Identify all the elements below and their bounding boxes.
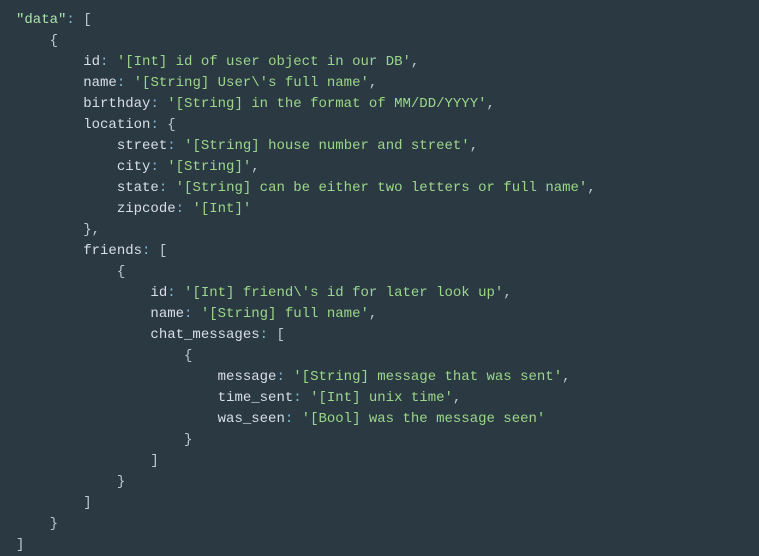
code-line: state: '[String] can be either two lette… [16,178,743,199]
code-line: name: '[String] full name', [16,304,743,325]
val-message: '[String] message that was sent' [293,369,562,385]
code-line: { [16,346,743,367]
val-state: '[String] can be either two letters or f… [176,180,588,196]
key-street: street [117,138,167,154]
key-birthday: birthday [83,96,150,112]
code-line: ] [16,493,743,514]
key-id: id [83,54,100,70]
code-line: time_sent: '[Int] unix time', [16,388,743,409]
code-line: "data": [ [16,10,743,31]
key-name: name [83,75,117,91]
code-line: friends: [ [16,241,743,262]
val-zipcode: '[Int]' [192,201,251,217]
val-birthday: '[String] in the format of MM/DD/YYYY' [167,96,486,112]
val-city: '[String]' [167,159,251,175]
code-block: "data": [ { id: '[Int] id of user object… [16,10,743,556]
code-line: } [16,430,743,451]
key-zipcode: zipcode [117,201,176,217]
key-was-seen: was_seen [218,411,285,427]
code-line: } [16,472,743,493]
code-line: city: '[String]', [16,157,743,178]
code-line: chat_messages: [ [16,325,743,346]
code-line: id: '[Int] friend\'s id for later look u… [16,283,743,304]
key-state: state [117,180,159,196]
key-chat-messages: chat_messages [150,327,259,343]
val-time-sent: '[Int] unix time' [310,390,453,406]
code-line: { [16,262,743,283]
code-line: { [16,31,743,52]
code-line: message: '[String] message that was sent… [16,367,743,388]
code-line: was_seen: '[Bool] was the message seen' [16,409,743,430]
val-friend-name: '[String] full name' [201,306,369,322]
code-line: street: '[String] house number and stree… [16,136,743,157]
key-friend-id: id [150,285,167,301]
code-line: location: { [16,115,743,136]
key-time-sent: time_sent [218,390,294,406]
key-data: "data" [16,12,66,28]
val-was-seen: '[Bool] was the message seen' [302,411,546,427]
val-name: '[String] User\'s full name' [134,75,369,91]
code-line: ] [16,451,743,472]
key-friends: friends [83,243,142,259]
val-friend-id: '[Int] friend\'s id for later look up' [184,285,503,301]
code-line: }, [16,220,743,241]
key-friend-name: name [150,306,184,322]
key-city: city [117,159,151,175]
code-line: zipcode: '[Int]' [16,199,743,220]
val-street: '[String] house number and street' [184,138,470,154]
code-line: id: '[Int] id of user object in our DB', [16,52,743,73]
val-id: '[Int] id of user object in our DB' [117,54,411,70]
code-line: birthday: '[String] in the format of MM/… [16,94,743,115]
code-line: name: '[String] User\'s full name', [16,73,743,94]
key-location: location [83,117,150,133]
code-line: } [16,514,743,535]
key-message: message [218,369,277,385]
code-line: ] [16,535,743,556]
